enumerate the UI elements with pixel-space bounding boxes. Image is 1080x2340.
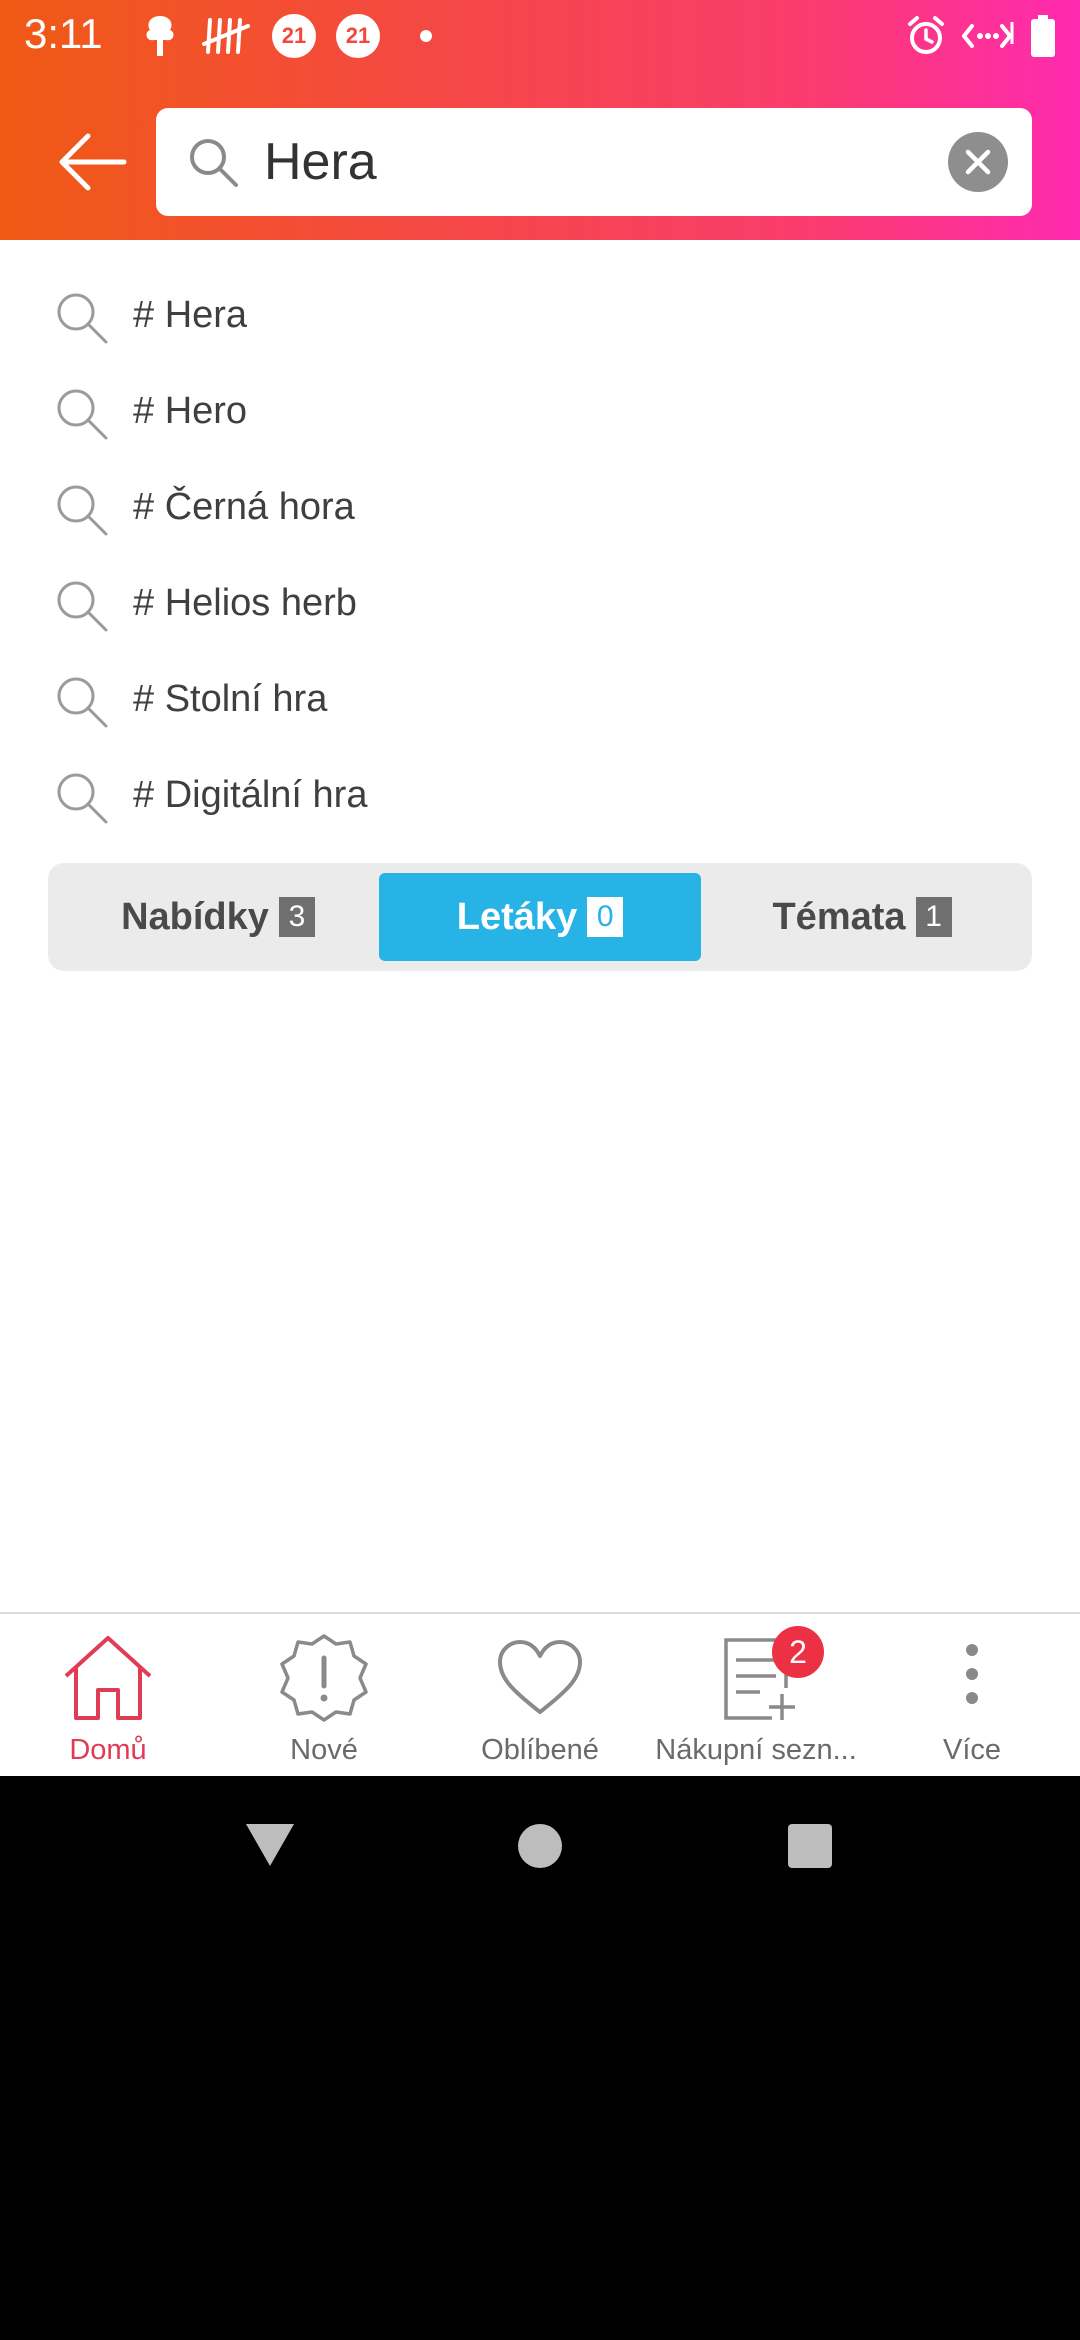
search-box[interactable] [156, 108, 1032, 216]
battery-icon [1030, 14, 1056, 58]
nav-favorites[interactable]: Oblíbené [432, 1614, 648, 1778]
notification-badge-icon: 21 [272, 14, 316, 58]
suggestion-label: # Helios herb [133, 582, 357, 624]
suggestion-item[interactable]: # Černá hora [0, 462, 1080, 558]
search-input[interactable] [264, 126, 884, 198]
system-home-icon[interactable] [510, 1816, 570, 1876]
status-bar: 3:11 21 21 [0, 0, 1080, 72]
suggestion-item[interactable]: # Hera [0, 270, 1080, 366]
notification-badge-icon: 21 [336, 14, 380, 58]
clear-search-button[interactable] [948, 132, 1008, 192]
header: 3:11 21 21 [0, 0, 1080, 240]
arrow-left-icon [59, 133, 127, 191]
data-signal-icon [962, 14, 1014, 58]
tab-count-badge: 0 [587, 897, 624, 937]
tab-temata[interactable]: Témata 1 [702, 873, 1022, 961]
search-icon [57, 677, 108, 728]
suggestion-item[interactable]: # Digitální hra [0, 750, 1080, 846]
tree-icon [140, 14, 180, 58]
tab-count-badge: 1 [915, 897, 952, 937]
suggestion-item[interactable]: # Hero [0, 366, 1080, 462]
search-icon [57, 773, 108, 824]
suggestion-label: # Digitální hra [133, 774, 368, 816]
suggestion-item[interactable]: # Helios herb [0, 558, 1080, 654]
suggestion-label: # Černá hora [133, 486, 355, 528]
home-icon [64, 1636, 152, 1720]
tab-nabidky[interactable]: Nabídky 3 [58, 873, 378, 961]
nav-label: Domů [69, 1734, 147, 1766]
nav-label: Nové [290, 1734, 358, 1766]
nav-new[interactable]: Nové [216, 1614, 432, 1778]
shopping-list-count-badge: 2 [772, 1626, 824, 1678]
status-time: 3:11 [24, 10, 103, 57]
alarm-icon [904, 14, 948, 58]
tab-count-badge: 3 [278, 897, 315, 937]
more-vertical-icon [966, 1644, 978, 1704]
clear-icon [965, 149, 991, 175]
alert-badge-icon [280, 1634, 368, 1722]
back-button[interactable] [54, 122, 134, 202]
system-navigation-bar [0, 1776, 1080, 1916]
search-icon [57, 389, 108, 440]
nav-label: Oblíbené [481, 1734, 599, 1766]
dot-icon [418, 14, 434, 58]
bottom-navigation: Domů Nové Oblíbené 2 Nákupní sezn... Víc… [0, 1612, 1080, 1776]
tab-letaky[interactable]: Letáky 0 [379, 873, 701, 961]
nav-label: Více [942, 1734, 1002, 1766]
nav-more[interactable]: Více [864, 1614, 1080, 1778]
search-icon [57, 485, 108, 536]
search-icon [190, 139, 238, 187]
suggestion-item[interactable]: # Stolní hra [0, 654, 1080, 750]
suggestion-label: # Hero [133, 390, 248, 432]
suggestion-label: # Hera [133, 294, 248, 336]
app-screen: 3:11 21 21 Hera # Hera # Hero # Černá ho… [0, 0, 1080, 1776]
nav-home[interactable]: Domů [0, 1614, 216, 1778]
nav-shopping-list[interactable]: 2 Nákupní sezn... [648, 1614, 864, 1778]
system-recents-icon[interactable] [780, 1816, 840, 1876]
tab-label: Nabídky [121, 895, 269, 938]
tab-label: Témata [772, 895, 906, 938]
suggestion-list: # Hera # Hero # Černá hora # Helios herb… [0, 270, 1080, 846]
system-back-icon[interactable] [240, 1816, 300, 1876]
suggestion-label: # Stolní hra [133, 678, 328, 720]
search-icon [57, 293, 108, 344]
heart-icon [498, 1640, 582, 1714]
tab-label: Letáky [456, 895, 578, 938]
nav-label: Nákupní sezn... [655, 1734, 857, 1766]
search-icon [57, 581, 108, 632]
result-tabs: Nabídky 3 Letáky 0 Témata 1 [48, 863, 1032, 971]
tally-icon [202, 14, 250, 58]
